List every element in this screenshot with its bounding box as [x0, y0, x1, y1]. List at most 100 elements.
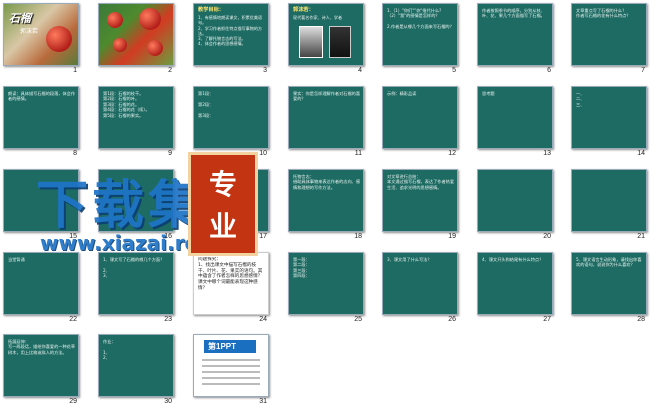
slide-number: 13	[543, 150, 551, 157]
pomegranate-image	[147, 40, 163, 56]
slide-thumbnail[interactable]: 拓展延伸： 写一两段话，描绘你喜爱的一种花草树木，用上比喻或拟人的方法。 29	[0, 331, 80, 409]
slide-thumbnail[interactable]: 思考题 13	[474, 83, 554, 161]
slide-thumbnail[interactable]: 1、课文写了石榴的哪几个方面？ 2、 3、 23	[95, 249, 175, 327]
slide-number: 24	[259, 316, 267, 323]
slide-number: 25	[354, 316, 362, 323]
slide-number: 30	[164, 398, 172, 405]
slide-thumbnail[interactable]: 作业： 1、 2、 30	[95, 331, 175, 409]
slide-thumbnail[interactable]: 问题探究： 1、找出课文中描写石榴的枝干、叶片、花、果实的语句。其中蕴含了作者怎…	[190, 249, 270, 327]
slide-preview: 1.（1）"你们""你"指代什么? （2）"我"的感情是怎样的？ 2.作者是从哪…	[382, 3, 458, 66]
slide-title: 教学目标：	[198, 7, 224, 13]
slide-number: 2	[168, 67, 172, 74]
slide-number: 18	[354, 233, 362, 240]
slide-number: 17	[259, 233, 267, 240]
slide-thumbnail[interactable]: 一、 二、 三、 14	[568, 83, 648, 161]
slide-thumbnail[interactable]: 4、课文开头和结尾有什么特点？ 27	[474, 249, 554, 327]
slide-number: 12	[448, 150, 456, 157]
slide-thumbnail[interactable]: 第1段：石榴的枝干。 第2段：石榴的叶。 第3段：石榴的花。 第4段：石榴的花（…	[95, 83, 175, 161]
slide-preview: 思考题	[477, 86, 553, 149]
slide-number: 22	[69, 316, 77, 323]
slide-number: 23	[164, 316, 172, 323]
slide-body: 第1段：石榴的枝干。 第2段：石榴的叶。 第3段：石榴的花。 第4段：石榴的花（…	[103, 91, 150, 118]
slide-body: 示例：精彩品读	[387, 91, 417, 96]
slide-number: 31	[259, 398, 267, 405]
slide-preview	[477, 169, 553, 232]
slide-body: 1、有感情地朗读课文，积累优美语句。 2、学习作者抓住特点描写事物的方法。 3、…	[198, 15, 263, 47]
slide-preview: 1、课文写了石榴的哪几个方面？ 2、 3、	[98, 252, 174, 315]
slide-body: 果实：你是怎样理解作者对石榴的喜爱的？	[293, 91, 360, 102]
slide-body	[576, 174, 643, 228]
slide-preview: 郭沫若： 现代著名作家、诗人、学者	[288, 3, 364, 66]
cover-title: 石榴	[9, 12, 31, 25]
pomegranate-image	[113, 38, 127, 52]
slide-preview: 第1PPT	[193, 334, 269, 397]
slide-body	[482, 174, 549, 228]
slide-body: 问题探究： 1、找出课文中描写石榴的枝干、叶片、花、果实的语句。其中蕴含了作者怎…	[198, 257, 263, 291]
slide-number: 1	[73, 67, 77, 74]
slide-body: 第一段： 第二段： 第三段： 第四段：	[293, 257, 310, 279]
slide-number: 11	[354, 150, 362, 157]
slide-preview: 朗读：具体描写石榴的段落，体会作者的感情。	[3, 86, 79, 149]
slide-thumbnail[interactable]: 2	[95, 0, 175, 78]
slide-thumbnail[interactable]: 文章重点写了石榴的什么？ 作者写石榴的花有什么特点？ 7	[568, 0, 648, 78]
pomegranate-image	[139, 8, 161, 30]
slide-body: 文章重点写了石榴的什么？ 作者写石榴的花有什么特点？	[576, 8, 631, 19]
slide-preview: 作业： 1、 2、	[98, 334, 174, 397]
slide-thumbnail[interactable]: 5、课文语言生动形象，请找出你喜欢的语句，说说你为什么喜欢？ 28	[568, 249, 648, 327]
slide-number: 3	[263, 67, 267, 74]
slide-number: 4	[358, 67, 362, 74]
slide-thumbnail[interactable]: 托物言志： 借助具体事物来表达作者的志向、感情和理想的写作方法。 18	[285, 166, 365, 244]
slide-preview: 教学目标： 1、有感情地朗读课文，积累优美语句。 2、学习作者抓住特点描写事物的方…	[193, 3, 269, 66]
slide-body: 现代著名作家、诗人、学者	[293, 15, 343, 20]
badge-char-2: 业	[208, 210, 237, 243]
watermark-badge: 专 业	[188, 152, 258, 256]
slide-thumbnail[interactable]: 作者按照季节的顺序，分别从枝、叶、花、果几个方面描写了石榴。 6	[474, 0, 554, 78]
slide-body: 1、课文写了石榴的哪几个方面？ 2、 3、	[103, 257, 165, 279]
slide-thumbnail[interactable]: 当堂背诵 22	[0, 249, 80, 327]
slide-number: 9	[168, 150, 172, 157]
slide-thumbnail[interactable]: 1.（1）"你们""你"指代什么? （2）"我"的感情是怎样的？ 2.作者是从哪…	[379, 0, 459, 78]
slide-body: 拓展延伸： 写一两段话，描绘你喜爱的一种花草树木，用上比喻或拟人的方法。	[8, 339, 75, 355]
slide-number: 7	[641, 67, 645, 74]
slide-number: 10	[259, 150, 267, 157]
slide-preview: 果实：你是怎样理解作者对石榴的喜爱的？	[288, 86, 364, 149]
slide-preview: 当堂背诵	[3, 252, 79, 315]
slide-number: 5	[452, 67, 456, 74]
slide-number: 27	[543, 316, 551, 323]
slide-preview: 石榴 郭沫若	[3, 3, 79, 66]
badge-char-1: 专	[208, 168, 237, 201]
slide-number: 26	[448, 316, 456, 323]
slide-thumbnail[interactable]: 石榴 郭沫若 1	[0, 0, 80, 78]
slide-thumbnail[interactable]: 20	[474, 166, 554, 244]
slide-thumbnail[interactable]: 对文章进行总结： 本文通过描写石榴，表达了作者热爱生活、追求光明的思想感情。 19	[379, 166, 459, 244]
slide-number: 20	[543, 233, 551, 240]
slide-preview: 拓展延伸： 写一两段话，描绘你喜爱的一种花草树木，用上比喻或拟人的方法。	[3, 334, 79, 397]
slide-number: 14	[637, 150, 645, 157]
slide-thumbnail[interactable]: 第1PPT 31	[190, 331, 270, 409]
slide-preview: 第一段： 第二段： 第三段： 第四段：	[288, 252, 364, 315]
author-photo	[329, 26, 351, 58]
slide-thumbnail[interactable]: 第一段： 第二段： 第三段： 第四段： 25	[285, 249, 365, 327]
slide-number: 8	[73, 150, 77, 157]
slide-thumbnail[interactable]: 教学目标： 1、有感情地朗读课文，积累优美语句。 2、学习作者抓住特点描写事物的方…	[190, 0, 270, 78]
slide-thumbnail[interactable]: 示例：精彩品读 12	[379, 83, 459, 161]
slide-body: 作者按照季节的顺序，分别从枝、叶、花、果几个方面描写了石榴。	[482, 8, 545, 19]
slide-thumbnail[interactable]: 果实：你是怎样理解作者对石榴的喜爱的？ 11	[285, 83, 365, 161]
slide-body: 一、 二、 三、	[576, 91, 585, 107]
watermark-text: 下载集	[36, 175, 205, 236]
slide-number: 29	[69, 398, 77, 405]
slide-preview: 第1段：石榴的枝干。 第2段：石榴的叶。 第3段：石榴的花。 第4段：石榴的花（…	[98, 86, 174, 149]
slide-thumbnail[interactable]: 朗读：具体描写石榴的段落，体会作者的感情。 8	[0, 83, 80, 161]
slide-thumbnail[interactable]: 21	[568, 166, 648, 244]
slide-preview: 第1段： 第2段： 第3段：	[193, 86, 269, 149]
slide-preview: 示例：精彩品读	[382, 86, 458, 149]
slide-thumbnail[interactable]: 3、课文用了什么写法？ 26	[379, 249, 459, 327]
slide-body: 第1段： 第2段： 第3段：	[198, 91, 214, 118]
slide-thumbnail[interactable]: 郭沫若： 现代著名作家、诗人、学者 4	[285, 0, 365, 78]
slide-number: 21	[637, 233, 645, 240]
watermark-url: www.xiazai.red	[40, 231, 213, 255]
slide-preview: 问题探究： 1、找出课文中描写石榴的枝干、叶片、花、果实的语句。其中蕴含了作者怎…	[193, 252, 269, 315]
slide-thumbnail[interactable]: 第1段： 第2段： 第3段： 10	[190, 83, 270, 161]
pomegranate-image	[46, 26, 72, 52]
slide-body: 4、课文开头和结尾有什么特点？	[482, 257, 544, 262]
